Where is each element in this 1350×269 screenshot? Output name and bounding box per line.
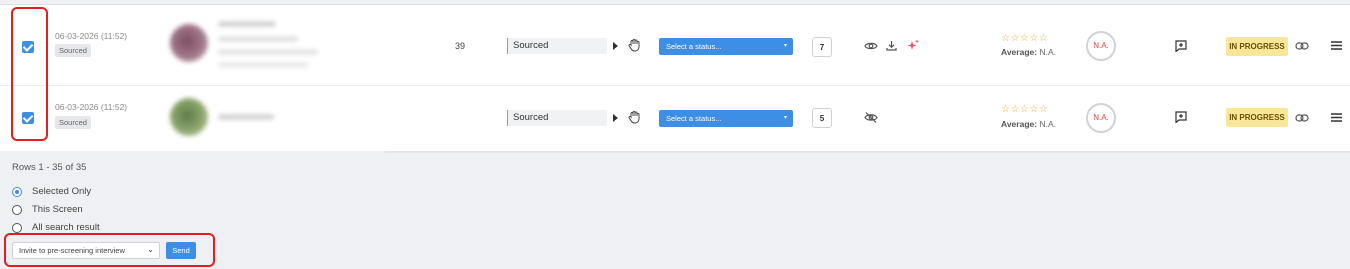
caret-right-icon[interactable] [613,114,618,122]
rows-count: Rows 1 - 35 of 35 [12,162,87,173]
candidate-name-blurred [218,114,274,120]
link-icon[interactable] [1295,42,1309,50]
chevron-down-icon: ▾ [783,43,787,49]
progress-badge: IN PROGRESS [1226,37,1288,56]
rating-stars[interactable]: ☆☆☆☆☆ [1001,104,1048,115]
radio-this-screen[interactable] [12,205,22,215]
row-date: 06-03-2026 (11:52) [55,31,128,41]
candidate-name-blurred [218,21,276,27]
candidate-avatar [170,24,208,62]
radio-label: This Screen [32,204,83,215]
sparkle-icon[interactable] [906,39,920,52]
number-box[interactable]: 5 [812,108,832,128]
stage-select[interactable]: Sourced [507,110,607,126]
chevron-down-icon: ▾ [783,115,787,121]
status-placeholder: Select a status... [666,42,722,51]
radio-selected-only[interactable] [12,187,22,197]
caret-right-icon[interactable] [613,42,618,50]
row-date: 06-03-2026 (11:52) [55,102,128,112]
add-comment-icon[interactable] [1175,40,1187,52]
link-icon[interactable] [1295,114,1309,122]
status-select[interactable]: Select a status... ▾ [659,38,793,55]
score-circle: N.A. [1086,103,1116,133]
radio-label: All search result [32,222,100,233]
stage-badge: Sourced [55,44,91,57]
checkbox-highlight [11,7,48,141]
candidate-avatar [170,98,208,136]
add-comment-icon[interactable] [1175,111,1187,123]
radio-label: Selected Only [32,186,92,197]
row-count: 39 [455,41,466,51]
eye-icon[interactable] [864,41,878,51]
rating-stars[interactable]: ☆☆☆☆☆ [1001,33,1048,44]
score-circle: N.A. [1086,31,1116,61]
eye-off-icon[interactable] [864,112,878,123]
stage-select[interactable]: Sourced [507,38,607,54]
candidate-detail-blurred [218,49,318,55]
average-rating: Average: N.A. [1001,119,1056,129]
candidate-detail-blurred [218,36,298,42]
status-placeholder: Select a status... [666,114,722,123]
menu-icon[interactable] [1331,41,1342,50]
stage-badge: Sourced [55,116,91,129]
hand-icon[interactable] [628,39,640,52]
progress-badge: IN PROGRESS [1226,108,1288,127]
download-icon[interactable] [886,40,897,51]
menu-icon[interactable] [1331,113,1342,122]
action-highlight [4,233,215,267]
average-rating: Average: N.A. [1001,47,1056,57]
radio-all-search-result[interactable] [12,223,22,233]
number-box[interactable]: 7 [812,37,832,57]
status-select[interactable]: Select a status... ▾ [659,110,793,127]
hand-icon[interactable] [628,111,640,124]
footer-edge [385,151,1350,153]
candidate-detail-blurred [218,62,308,68]
